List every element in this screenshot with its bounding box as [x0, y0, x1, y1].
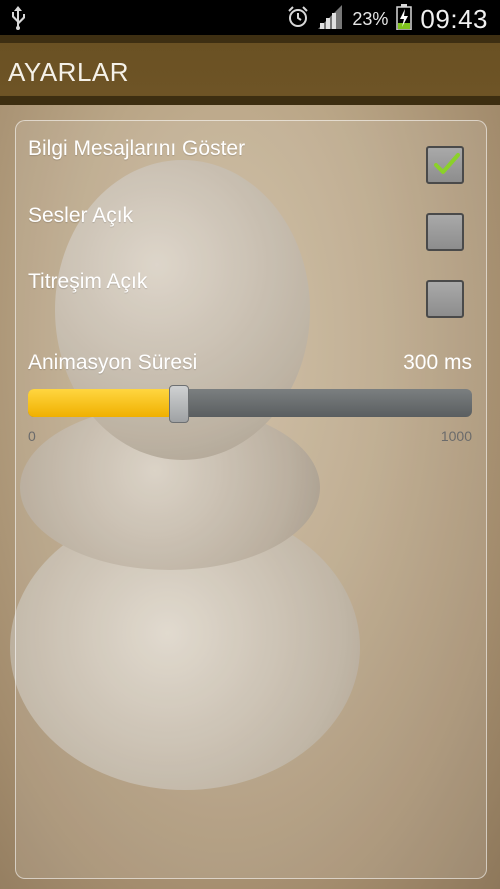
setting-label-vibration: Titreşim Açık	[28, 270, 148, 293]
slider-fill	[28, 389, 180, 417]
setting-label-sounds: Sesler Açık	[28, 204, 134, 227]
battery-percent: 23%	[352, 9, 389, 29]
checkbox-sounds[interactable]	[426, 213, 464, 251]
usb-icon	[10, 6, 26, 35]
slider-min-label: 0	[28, 428, 36, 444]
checkbox-vibration[interactable]	[426, 280, 464, 318]
animation-duration-slider[interactable]	[28, 389, 472, 417]
alarm-icon	[286, 5, 310, 34]
settings-panel	[15, 120, 487, 879]
slider-max-label: 1000	[440, 428, 472, 444]
signal-bars-icon	[318, 5, 344, 34]
setting-label-info-messages: Bilgi Mesajlarını Göster	[28, 137, 246, 160]
clock: 09:43	[420, 4, 488, 34]
slider-thumb[interactable]	[169, 385, 190, 423]
status-bar: 23% 09:43	[0, 0, 500, 35]
page-title: AYARLAR	[8, 57, 130, 87]
slider-value: 300 ms	[403, 351, 472, 374]
battery-charging-icon	[396, 4, 413, 35]
action-bar: AYARLAR	[0, 35, 500, 105]
checkmark-icon	[434, 152, 460, 181]
checkbox-info-messages[interactable]	[426, 146, 464, 184]
slider-label-animation-duration: Animasyon Süresi	[28, 351, 198, 374]
